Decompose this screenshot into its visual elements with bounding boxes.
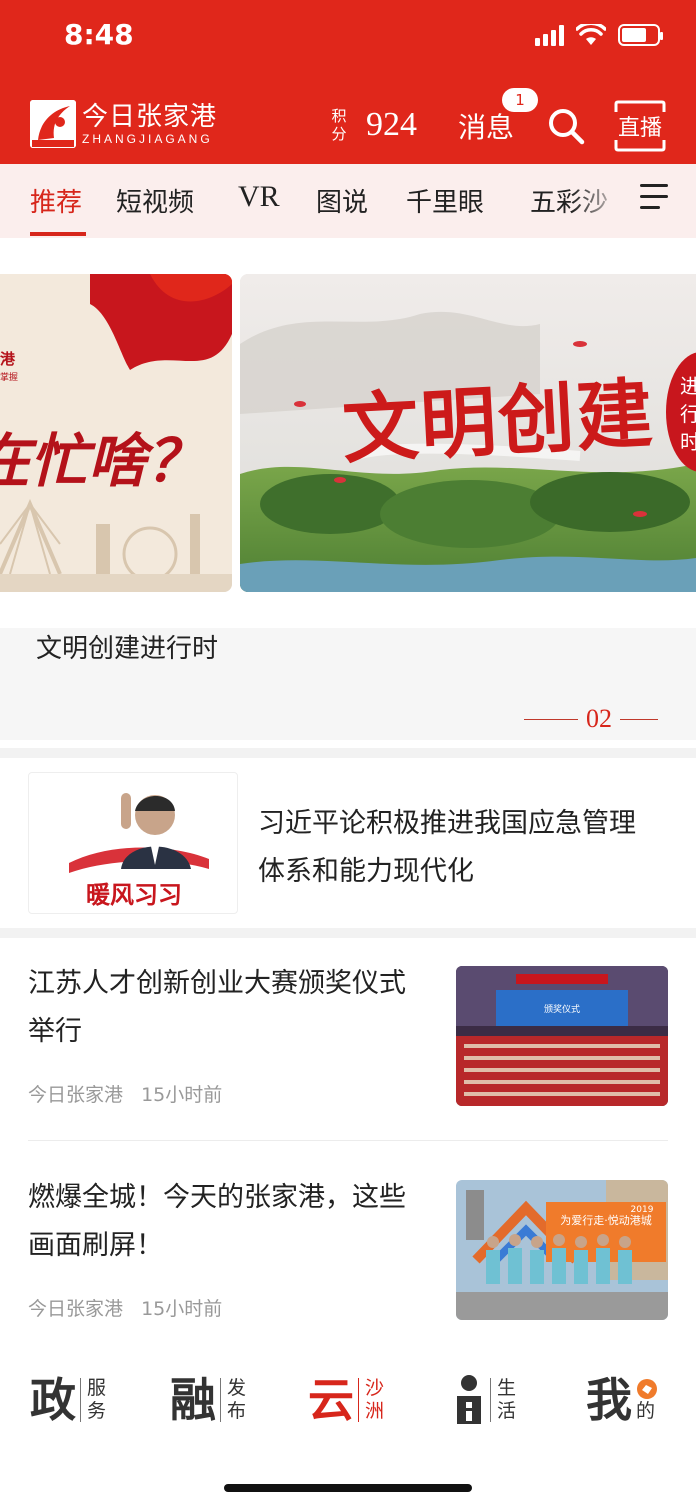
news-title[interactable]: 燃爆全城！今天的张家港，这些画面刷屏！ <box>28 1174 428 1270</box>
carousel-pager: 02 <box>524 704 658 734</box>
carousel-card-current[interactable]: 文明创建 进 行 时 <box>240 274 696 592</box>
app-logo: 今日张家港 ZHANGJIAGANG <box>30 100 217 148</box>
home-indicator[interactable] <box>224 1484 472 1492</box>
nav-small-1: 沙 <box>365 1377 385 1399</box>
nav-ronghui[interactable]: 融 发 布 <box>170 1370 246 1430</box>
list-separator <box>28 1140 668 1141</box>
nav-small-1: 发 <box>227 1377 247 1399</box>
red-ribbon-graphic <box>90 274 232 370</box>
live-label: 直播 <box>617 116 662 141</box>
messages-badge: 1 <box>502 88 538 112</box>
search-icon[interactable] <box>546 106 586 146</box>
logo-title: 今日张家港 <box>82 102 218 132</box>
nav-big-char: 我 <box>586 1373 632 1427</box>
battery-icon <box>618 24 663 46</box>
nav-big-char: 融 <box>170 1373 216 1427</box>
news-thumbnail[interactable]: 颁奖仪式 <box>456 966 668 1106</box>
channel-tabs: 推荐 短视频 VR 图说 千里眼 五彩沙 <box>0 164 696 238</box>
info-person-icon <box>457 1375 481 1424</box>
nav-shenghuo[interactable]: 生 活 <box>456 1370 516 1430</box>
points-display[interactable]: 积 分 924 <box>330 106 417 144</box>
news-item[interactable]: 江苏人才创新创业大赛颁奖仪式举行 今日张家港 15小时前 颁奖仪式 <box>0 966 696 1180</box>
nav-big-char: 云 <box>308 1373 354 1427</box>
bottom-navigation: 政 服 务 融 发 布 云 沙 洲 生 活 我 的 <box>0 1358 696 1446</box>
channel-menu-icon[interactable] <box>640 184 672 216</box>
logo-mark-icon <box>30 100 76 148</box>
news-thumbnail[interactable]: 为爱行走·悦动港城 2019 <box>456 1180 668 1320</box>
carousel-card-prev[interactable]: 港 掌握 在忙啥？ <box>0 274 232 592</box>
points-label-1: 积 <box>331 107 347 125</box>
tab-vr[interactable]: VR <box>238 180 280 214</box>
prev-card-brand-sub: 掌握 <box>0 373 19 383</box>
cellular-signal-icon <box>535 24 564 46</box>
nav-yunshazhou[interactable]: 云 沙 洲 <box>308 1370 384 1430</box>
news-time: 15小时前 <box>141 1084 223 1106</box>
medal-icon <box>637 1378 657 1399</box>
messages-button[interactable]: 消息 <box>458 106 514 146</box>
featured-title[interactable]: 习近平论积极推进我国应急管理体系和能力现代化 <box>258 800 658 896</box>
news-time: 15小时前 <box>141 1298 223 1320</box>
nav-big-char: 政 <box>30 1373 76 1427</box>
bridge-graphic <box>0 498 232 592</box>
status-icons <box>535 24 663 46</box>
thumb-text: 颁奖仪式 <box>544 1003 580 1015</box>
news-source: 今日张家港 <box>28 1298 124 1320</box>
group-photo: 为爱行走·悦动港城 2019 <box>456 1180 668 1320</box>
tabbar-fade <box>572 164 628 238</box>
thumb-text-2: 2019 <box>631 1205 654 1215</box>
featured-tag: 暖风习习 <box>86 880 182 909</box>
points-value: 924 <box>366 106 417 143</box>
tab-qianliyan[interactable]: 千里眼 <box>406 182 484 219</box>
active-tab-indicator <box>30 232 86 236</box>
nav-small-1: 生 <box>497 1377 517 1399</box>
news-meta: 今日张家港 15小时前 <box>28 1294 222 1321</box>
news-meta: 今日张家港 15小时前 <box>28 1080 222 1107</box>
seal-char-1: 进 <box>680 374 696 398</box>
app-header: 8:48 今日张家港 ZHANGJIAGANG 积 分 924 消息 1 直播 <box>0 0 696 164</box>
tab-recommend[interactable]: 推荐 <box>30 182 82 219</box>
nav-zhengwu[interactable]: 政 服 务 <box>30 1370 106 1430</box>
banner-title: 文明创建 <box>340 368 657 475</box>
section-divider-2 <box>0 928 696 938</box>
carousel-page-number: 02 <box>586 704 612 733</box>
nav-small-2: 活 <box>497 1400 517 1422</box>
seal-char-3: 时 <box>680 430 696 454</box>
section-divider <box>0 748 696 758</box>
points-label-2: 分 <box>331 125 347 143</box>
nav-mine[interactable]: 我 的 <box>586 1370 658 1430</box>
ceremony-photo: 颁奖仪式 <box>456 966 668 1106</box>
carousel-caption[interactable]: 文明创建进行时 <box>36 628 218 665</box>
status-time: 8:48 <box>64 18 134 51</box>
news-title[interactable]: 江苏人才创新创业大赛颁奖仪式举行 <box>28 960 428 1056</box>
seal-char-2: 行 <box>680 402 696 426</box>
tab-short-video[interactable]: 短视频 <box>116 182 194 219</box>
news-source: 今日张家港 <box>28 1084 124 1106</box>
wifi-icon <box>576 24 606 45</box>
live-button[interactable]: 直播 <box>614 100 666 152</box>
nav-small-1: 服 <box>87 1377 107 1399</box>
nav-small-2: 洲 <box>365 1400 385 1422</box>
prev-card-brand: 港 <box>0 350 16 368</box>
nav-small-2: 布 <box>227 1400 247 1422</box>
logo-subtitle: ZHANGJIAGANG <box>82 132 213 146</box>
featured-thumbnail[interactable]: 暖风习习 <box>28 772 238 914</box>
tab-picture-story[interactable]: 图说 <box>316 182 368 219</box>
thumb-text-1: 为爱行走·悦动港城 <box>560 1213 652 1227</box>
nav-small-1: 的 <box>636 1399 656 1422</box>
nav-small-2: 务 <box>87 1400 107 1422</box>
